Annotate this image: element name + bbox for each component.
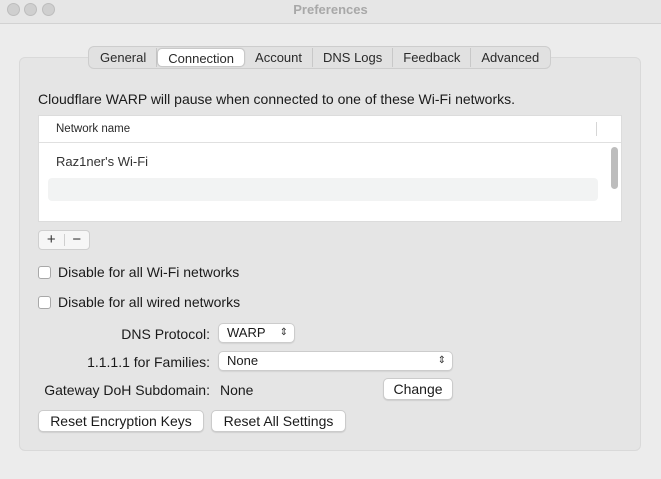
- table-row[interactable]: Raz1ner's Wi-Fi: [56, 154, 148, 169]
- families-select[interactable]: None ⇕: [218, 351, 453, 371]
- disable-wired-label: Disable for all wired networks: [58, 294, 241, 310]
- disable-wifi-option[interactable]: Disable for all Wi-Fi networks: [38, 264, 239, 280]
- intro-text: Cloudflare WARP will pause when connecte…: [38, 91, 516, 107]
- tab-bar: General Connection Account DNS Logs Feed…: [88, 46, 552, 69]
- disable-wifi-label: Disable for all Wi-Fi networks: [58, 264, 240, 280]
- families-value: None: [227, 353, 259, 368]
- updown-chevron-icon: ⇕: [437, 355, 446, 366]
- column-divider: [596, 122, 597, 136]
- dns-protocol-value: WARP: [227, 325, 266, 340]
- tab-advanced[interactable]: Advanced: [471, 48, 549, 67]
- add-remove-control: + −: [38, 230, 90, 250]
- remove-network-button[interactable]: −: [65, 231, 90, 249]
- reset-encryption-keys-button[interactable]: Reset Encryption Keys: [38, 410, 204, 432]
- gateway-label: Gateway DoH Subdomain:: [44, 382, 210, 398]
- title-bar: Preferences: [0, 0, 661, 24]
- disable-wired-checkbox[interactable]: [38, 295, 51, 309]
- networks-table: Network name Raz1ner's Wi-Fi: [38, 115, 622, 222]
- tab-connection[interactable]: Connection: [157, 48, 246, 67]
- families-label: 1.1.1.1 for Families:: [87, 354, 210, 370]
- reset-all-settings-button[interactable]: Reset All Settings: [211, 410, 346, 432]
- table-row-empty: [48, 178, 598, 201]
- window-title: Preferences: [293, 2, 368, 17]
- tab-feedback[interactable]: Feedback: [393, 48, 472, 67]
- updown-chevron-icon: ⇕: [279, 327, 288, 338]
- table-scrollbar[interactable]: [611, 147, 618, 189]
- tab-general[interactable]: General: [90, 48, 158, 67]
- change-button[interactable]: Change: [383, 378, 453, 400]
- add-network-button[interactable]: +: [39, 231, 64, 249]
- table-header[interactable]: Network name: [39, 116, 621, 143]
- tab-dns-logs[interactable]: DNS Logs: [313, 48, 394, 67]
- disable-wifi-checkbox[interactable]: [38, 265, 51, 279]
- gateway-value: None: [220, 382, 254, 398]
- disable-wired-option[interactable]: Disable for all wired networks: [38, 294, 240, 310]
- dns-protocol-select[interactable]: WARP ⇕: [218, 323, 295, 343]
- column-header-network-name[interactable]: Network name: [56, 123, 130, 135]
- dns-protocol-label: DNS Protocol:: [121, 326, 210, 342]
- tab-account[interactable]: Account: [245, 48, 314, 67]
